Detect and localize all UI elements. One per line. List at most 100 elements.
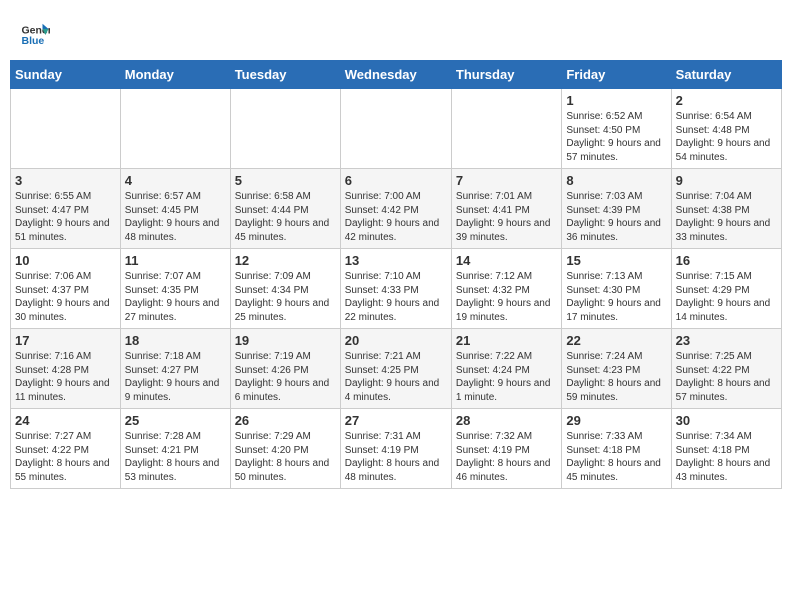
day-number: 10	[15, 253, 116, 268]
day-number: 15	[566, 253, 666, 268]
calendar-cell: 22Sunrise: 7:24 AM Sunset: 4:23 PM Dayli…	[562, 329, 671, 409]
calendar-cell: 6 Sunrise: 7:00 AM Sunset: 4:42 PM Daylig…	[340, 169, 451, 249]
logo-icon: General Blue	[20, 20, 50, 50]
day-info: Sunrise: 7:16 AM Sunset: 4:28 PM Dayligh…	[15, 350, 116, 404]
day-number: 29	[566, 413, 666, 428]
calendar-cell	[230, 89, 340, 169]
day-info: Sunrise: 7:31 AM Sunset: 4:19 PM Dayligh…	[345, 430, 447, 484]
calendar-header-friday: Friday	[562, 61, 671, 89]
day-number: 30	[676, 413, 777, 428]
day-number: 6	[345, 173, 447, 188]
day-number: 12	[235, 253, 336, 268]
calendar-cell: 19 Sunrise: 7:19 AM Sunset: 4:26 PM Dayli…	[230, 329, 340, 409]
day-info: Sunrise: 7:28 AM Sunset: 4:21 PM Dayligh…	[125, 430, 226, 484]
day-info: Sunrise: 6:58 AM Sunset: 4:44 PM Dayligh…	[235, 190, 336, 244]
day-number: 1	[566, 93, 666, 108]
day-info: Sunrise: 7:10 AM Sunset: 4:33 PM Dayligh…	[345, 270, 447, 324]
day-number: 4	[125, 173, 226, 188]
day-number: 22	[566, 333, 666, 348]
calendar-header-monday: Monday	[120, 61, 230, 89]
day-info: Sunrise: 7:04 AM Sunset: 4:38 PM Dayligh…	[676, 190, 777, 244]
calendar-cell: 27 Sunrise: 7:31 AM Sunset: 4:19 PM Dayli…	[340, 409, 451, 489]
day-info: Sunrise: 7:01 AM Sunset: 4:41 PM Dayligh…	[456, 190, 557, 244]
calendar-cell: 9 Sunrise: 7:04 AM Sunset: 4:38 PM Daylig…	[671, 169, 781, 249]
day-number: 17	[15, 333, 116, 348]
logo: General Blue	[20, 20, 54, 50]
day-info: Sunrise: 6:57 AM Sunset: 4:45 PM Dayligh…	[125, 190, 226, 244]
day-info: Sunrise: 7:27 AM Sunset: 4:22 PM Dayligh…	[15, 430, 116, 484]
day-info: Sunrise: 7:07 AM Sunset: 4:35 PM Dayligh…	[125, 270, 226, 324]
calendar-cell: 16Sunrise: 7:15 AM Sunset: 4:29 PM Dayli…	[671, 249, 781, 329]
day-number: 5	[235, 173, 336, 188]
calendar-cell: 25 Sunrise: 7:28 AM Sunset: 4:21 PM Dayli…	[120, 409, 230, 489]
calendar-cell: 28 Sunrise: 7:32 AM Sunset: 4:19 PM Dayli…	[451, 409, 561, 489]
calendar-header-tuesday: Tuesday	[230, 61, 340, 89]
calendar-cell: 3 Sunrise: 6:55 AM Sunset: 4:47 PM Daylig…	[11, 169, 121, 249]
day-number: 23	[676, 333, 777, 348]
day-info: Sunrise: 7:33 AM Sunset: 4:18 PM Dayligh…	[566, 430, 666, 484]
day-number: 20	[345, 333, 447, 348]
day-info: Sunrise: 7:18 AM Sunset: 4:27 PM Dayligh…	[125, 350, 226, 404]
day-number: 27	[345, 413, 447, 428]
day-info: Sunrise: 7:21 AM Sunset: 4:25 PM Dayligh…	[345, 350, 447, 404]
calendar-header-wednesday: Wednesday	[340, 61, 451, 89]
calendar-header-sunday: Sunday	[11, 61, 121, 89]
calendar-cell: 2Sunrise: 6:54 AM Sunset: 4:48 PM Daylig…	[671, 89, 781, 169]
calendar-cell: 13 Sunrise: 7:10 AM Sunset: 4:33 PM Dayli…	[340, 249, 451, 329]
day-info: Sunrise: 7:25 AM Sunset: 4:22 PM Dayligh…	[676, 350, 777, 404]
day-number: 3	[15, 173, 116, 188]
day-info: Sunrise: 7:29 AM Sunset: 4:20 PM Dayligh…	[235, 430, 336, 484]
day-info: Sunrise: 7:03 AM Sunset: 4:39 PM Dayligh…	[566, 190, 666, 244]
day-info: Sunrise: 7:19 AM Sunset: 4:26 PM Dayligh…	[235, 350, 336, 404]
day-info: Sunrise: 7:34 AM Sunset: 4:18 PM Dayligh…	[676, 430, 777, 484]
day-number: 19	[235, 333, 336, 348]
day-info: Sunrise: 7:22 AM Sunset: 4:24 PM Dayligh…	[456, 350, 557, 404]
calendar-cell: 10 Sunrise: 7:06 AM Sunset: 4:37 PM Dayli…	[11, 249, 121, 329]
day-number: 24	[15, 413, 116, 428]
day-number: 13	[345, 253, 447, 268]
day-number: 26	[235, 413, 336, 428]
day-number: 18	[125, 333, 226, 348]
day-info: Sunrise: 7:09 AM Sunset: 4:34 PM Dayligh…	[235, 270, 336, 324]
calendar-week-5: 24 Sunrise: 7:27 AM Sunset: 4:22 PM Dayli…	[11, 409, 782, 489]
calendar-cell: 7 Sunrise: 7:01 AM Sunset: 4:41 PM Daylig…	[451, 169, 561, 249]
calendar: SundayMondayTuesdayWednesdayThursdayFrid…	[10, 60, 782, 489]
calendar-week-1: 1 Sunrise: 6:52 AM Sunset: 4:50 PM Daylig…	[11, 89, 782, 169]
day-info: Sunrise: 7:32 AM Sunset: 4:19 PM Dayligh…	[456, 430, 557, 484]
calendar-cell: 18 Sunrise: 7:18 AM Sunset: 4:27 PM Dayli…	[120, 329, 230, 409]
day-info: Sunrise: 7:00 AM Sunset: 4:42 PM Dayligh…	[345, 190, 447, 244]
day-info: Sunrise: 6:52 AM Sunset: 4:50 PM Dayligh…	[566, 110, 666, 164]
calendar-cell: 5 Sunrise: 6:58 AM Sunset: 4:44 PM Daylig…	[230, 169, 340, 249]
calendar-cell	[451, 89, 561, 169]
day-number: 11	[125, 253, 226, 268]
calendar-cell: 30 Sunrise: 7:34 AM Sunset: 4:18 PM Dayli…	[671, 409, 781, 489]
calendar-cell	[120, 89, 230, 169]
calendar-cell: 4 Sunrise: 6:57 AM Sunset: 4:45 PM Daylig…	[120, 169, 230, 249]
calendar-cell: 21 Sunrise: 7:22 AM Sunset: 4:24 PM Dayli…	[451, 329, 561, 409]
day-info: Sunrise: 7:06 AM Sunset: 4:37 PM Dayligh…	[15, 270, 116, 324]
day-number: 25	[125, 413, 226, 428]
day-number: 21	[456, 333, 557, 348]
calendar-cell: 14Sunrise: 7:12 AM Sunset: 4:32 PM Dayli…	[451, 249, 561, 329]
calendar-cell: 8 Sunrise: 7:03 AM Sunset: 4:39 PM Daylig…	[562, 169, 671, 249]
day-number: 7	[456, 173, 557, 188]
calendar-week-2: 3 Sunrise: 6:55 AM Sunset: 4:47 PM Daylig…	[11, 169, 782, 249]
calendar-cell: 24 Sunrise: 7:27 AM Sunset: 4:22 PM Dayli…	[11, 409, 121, 489]
day-number: 8	[566, 173, 666, 188]
calendar-header-row: SundayMondayTuesdayWednesdayThursdayFrid…	[11, 61, 782, 89]
day-info: Sunrise: 6:55 AM Sunset: 4:47 PM Dayligh…	[15, 190, 116, 244]
calendar-cell: 20 Sunrise: 7:21 AM Sunset: 4:25 PM Dayli…	[340, 329, 451, 409]
calendar-week-4: 17 Sunrise: 7:16 AM Sunset: 4:28 PM Dayli…	[11, 329, 782, 409]
calendar-cell: 12 Sunrise: 7:09 AM Sunset: 4:34 PM Dayli…	[230, 249, 340, 329]
calendar-cell: 1 Sunrise: 6:52 AM Sunset: 4:50 PM Daylig…	[562, 89, 671, 169]
calendar-cell: 15Sunrise: 7:13 AM Sunset: 4:30 PM Dayli…	[562, 249, 671, 329]
calendar-cell: 26 Sunrise: 7:29 AM Sunset: 4:20 PM Dayli…	[230, 409, 340, 489]
calendar-cell: 23 Sunrise: 7:25 AM Sunset: 4:22 PM Dayli…	[671, 329, 781, 409]
calendar-cell: 17 Sunrise: 7:16 AM Sunset: 4:28 PM Dayli…	[11, 329, 121, 409]
svg-text:Blue: Blue	[22, 35, 45, 47]
day-number: 28	[456, 413, 557, 428]
calendar-body: 1 Sunrise: 6:52 AM Sunset: 4:50 PM Daylig…	[11, 89, 782, 489]
day-info: Sunrise: 6:54 AM Sunset: 4:48 PM Dayligh…	[676, 110, 777, 164]
calendar-week-3: 10 Sunrise: 7:06 AM Sunset: 4:37 PM Dayli…	[11, 249, 782, 329]
day-number: 9	[676, 173, 777, 188]
